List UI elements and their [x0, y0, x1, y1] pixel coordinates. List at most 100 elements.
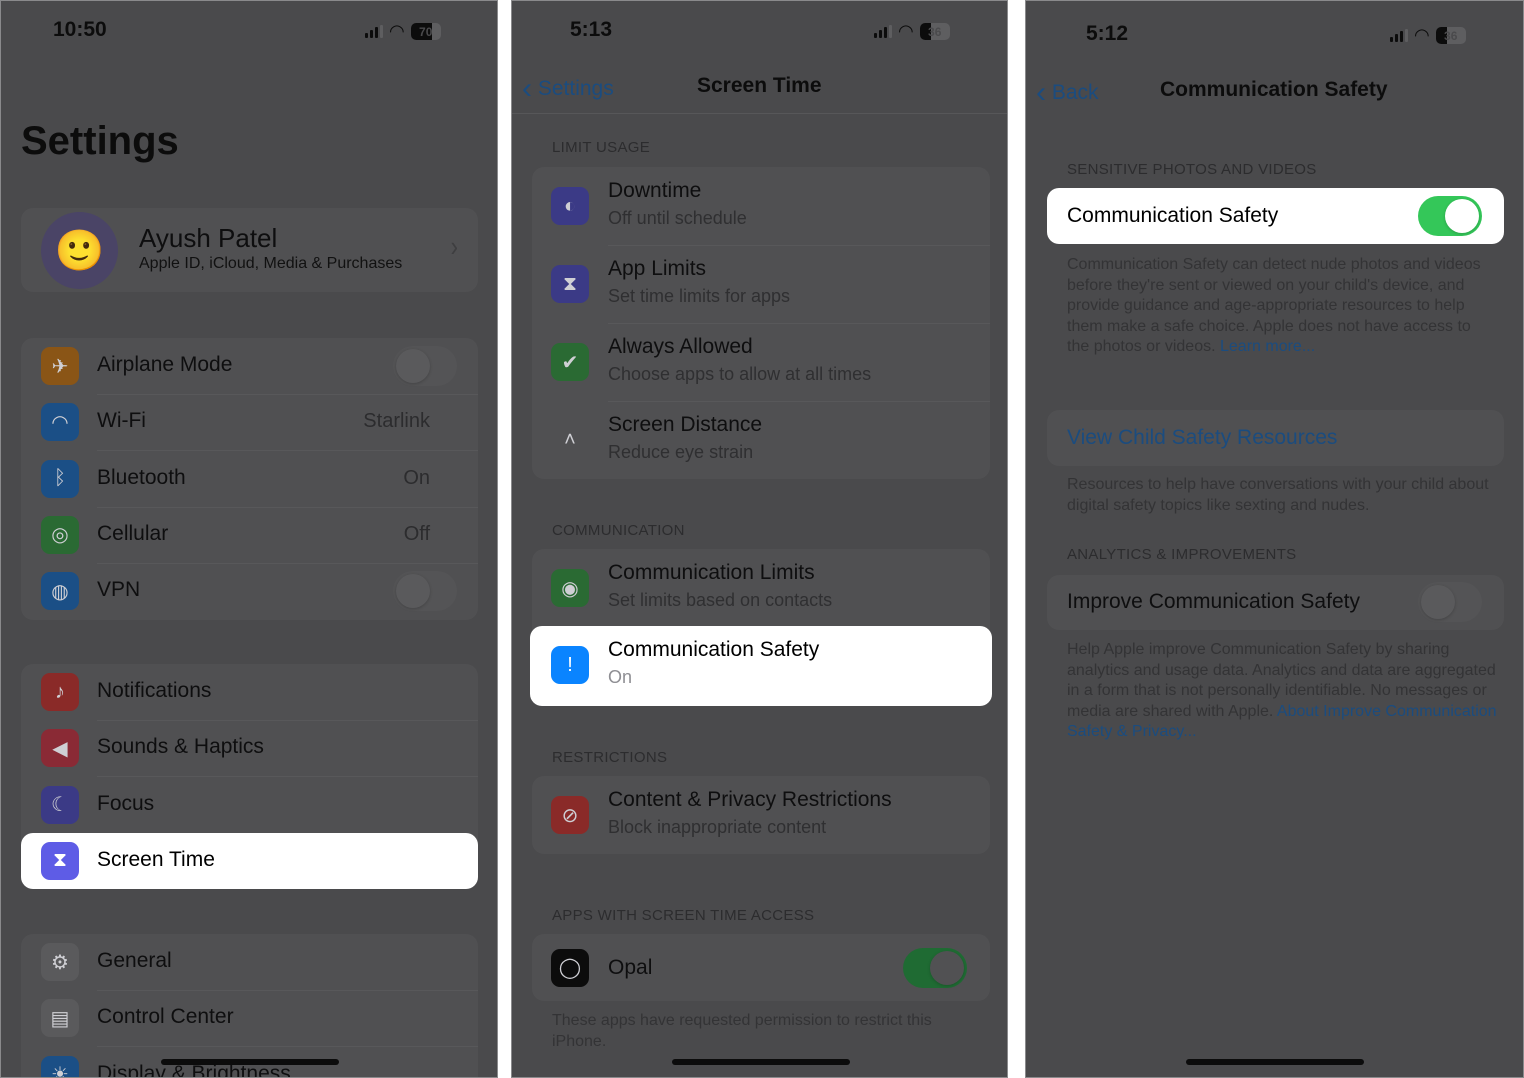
row-subtitle: Set time limits for apps	[608, 286, 791, 306]
wifi-status-icon: ◠	[1414, 25, 1430, 45]
vpn-toggle[interactable]	[393, 571, 457, 612]
page-title: Settings	[21, 119, 179, 163]
battery-icon: 36	[1435, 27, 1466, 44]
communication-safety-toggle[interactable]	[1418, 196, 1482, 236]
section-card-restrictions: ⊘ Content & Privacy Restrictions Block ina…	[532, 776, 990, 854]
section-card-limit-usage: ◐ Downtime Off until schedule ⧗ App Limits Se…	[532, 167, 990, 479]
profile-card[interactable]: 🙂 Ayush Patel Apple ID, iCloud, Media & …	[21, 208, 478, 292]
wifi-status-icon: ◠	[389, 21, 405, 41]
screen-time-row-app-limits[interactable]: ⧗ App Limits Set time limits for apps	[532, 245, 990, 323]
nav-title: Screen Time	[697, 74, 822, 97]
section-header: LIMIT USAGE	[552, 139, 651, 156]
airplane-icon: ✈	[41, 347, 79, 385]
screen-time-row-communication-safety[interactable]: ! Communication Safety On	[530, 626, 992, 706]
wifi-status-icon: ◠	[898, 21, 914, 41]
bell-icon: ♪	[41, 673, 79, 711]
row-label: Notifications	[97, 679, 212, 702]
back-label: Settings	[537, 77, 614, 100]
settings-row-screen-time[interactable]: ⧗ Screen Time	[21, 832, 478, 889]
checkmark-shield-icon: ✔	[551, 343, 589, 381]
row-label: General	[97, 949, 172, 972]
speaker-icon: ◀	[41, 729, 79, 768]
profile-subtitle: Apple ID, iCloud, Media & Purchases	[139, 255, 403, 272]
settings-row-airplane-mode[interactable]: ✈ Airplane Mode	[21, 338, 478, 394]
row-label: Sounds & Haptics	[97, 735, 264, 759]
settings-row-control-center[interactable]: ▤ Control Center	[21, 990, 478, 1046]
row-label: Content & Privacy Restrictions	[608, 788, 892, 811]
status-icons: ◠ 70	[365, 21, 441, 42]
view-child-safety-resources-button[interactable]: View Child Safety Resources	[1047, 410, 1504, 466]
back-label: Back	[1051, 81, 1099, 104]
row-label: Bluetooth	[97, 465, 186, 489]
section-header: RESTRICTIONS	[552, 749, 668, 766]
settings-row-wi-fi[interactable]: ◠ Wi-Fi Starlink	[21, 394, 478, 450]
settings-row-vpn[interactable]: ◍ VPN	[21, 563, 478, 619]
hourglass-icon: ⧗	[41, 841, 79, 880]
row-label: Screen Time	[97, 847, 215, 871]
row-label: Wi-Fi	[97, 409, 146, 433]
message-alert-icon: !	[551, 646, 589, 684]
row-label: Communication Limits	[608, 561, 815, 584]
settings-row-bluetooth[interactable]: ᛒ Bluetooth On	[21, 451, 478, 507]
row-label: Improve Communication Safety	[1067, 590, 1360, 613]
battery-percent: 36	[928, 24, 942, 39]
gear-icon: ⚙	[41, 943, 79, 981]
settings-row-general[interactable]: ⚙ General	[21, 934, 478, 990]
cellular-signal-icon	[1390, 29, 1408, 42]
settings-row-sounds-and-haptics[interactable]: ◀ Sounds & Haptics	[21, 720, 478, 776]
screen-time-row-content-and-privacy-restrictions[interactable]: ⊘ Content & Privacy Restrictions Block ina…	[532, 776, 990, 854]
opal-toggle[interactable]	[903, 947, 967, 988]
row-subtitle: Off until schedule	[608, 208, 747, 228]
section-footer: Help Apple improve Communication Safety …	[1067, 640, 1497, 743]
row-label: Focus	[97, 791, 155, 815]
home-indicator	[161, 1059, 339, 1065]
chevron-left-icon: ‹	[1036, 76, 1046, 109]
screen-time-row-screen-distance[interactable]: ˄ Screen Distance Reduce eye strain	[532, 401, 990, 479]
settings-row-focus[interactable]: ☾ Focus	[21, 777, 478, 833]
moon-icon: ☾	[41, 785, 79, 824]
settings-group-notifications: ♪ Notifications ◀ Sounds & Haptics ☾ Focus ⧗ Sc…	[21, 664, 478, 889]
home-indicator	[672, 1059, 850, 1065]
toggle-knob	[396, 574, 430, 609]
screen-time-row-downtime[interactable]: ◐ Downtime Off until schedule	[532, 167, 990, 245]
resources-footer: Resources to help have conversations wit…	[1067, 476, 1489, 514]
row-value: On	[403, 466, 430, 489]
back-button[interactable]: ‹ Settings	[522, 72, 614, 106]
toggle-knob	[396, 349, 430, 383]
learn-more-link[interactable]: Learn more...	[1220, 338, 1315, 355]
status-time: 5:13	[570, 18, 613, 41]
chevron-left-icon: ‹	[522, 72, 532, 105]
home-indicator	[1186, 1059, 1364, 1065]
opal-app-icon: ◯	[551, 948, 589, 987]
settings-group-general: ⚙ General ▤ Control Center ☀ Display & Bright…	[21, 934, 478, 1077]
back-button[interactable]: ‹ Back	[1036, 76, 1099, 110]
airplane-mode-toggle[interactable]	[393, 346, 457, 386]
cellular-icon: ◎	[41, 515, 79, 554]
section-header: APPS WITH SCREEN TIME ACCESS	[552, 907, 815, 924]
hourglass-icon: ⧗	[551, 265, 589, 303]
section-footer: Communication Safety can detect nude pho…	[1067, 255, 1487, 358]
screen-time-row-always-allowed[interactable]: ✔ Always Allowed Choose apps to allow at a…	[532, 323, 990, 401]
battery-icon: 36	[919, 23, 950, 40]
nav-title: Communication Safety	[1160, 78, 1388, 101]
status-icons: ◠ 36	[1390, 25, 1466, 46]
nav-divider	[512, 113, 1007, 114]
row-value: Off	[403, 522, 430, 545]
chevron-right-icon: ›	[450, 230, 458, 263]
toggles-icon: ▤	[41, 999, 79, 1038]
prohibited-icon: ⊘	[551, 796, 589, 834]
settings-row-notifications[interactable]: ♪ Notifications	[21, 664, 478, 720]
section-header: ANALYTICS & IMPROVEMENTS	[1067, 546, 1297, 563]
improve-communication-safety-toggle[interactable]	[1418, 582, 1482, 622]
row-label: Control Center	[97, 1005, 234, 1029]
downtime-icon: ◐	[551, 187, 589, 225]
settings-group-connectivity: ✈ Airplane Mode ◠ Wi-Fi Starlink ᛒ Bluetooth On…	[21, 338, 478, 620]
toggle-knob	[930, 950, 964, 985]
screen-time-row-communication-limits[interactable]: ◉ Communication Limits Set limits based on…	[532, 549, 990, 627]
settings-row-cellular[interactable]: ◎ Cellular Off	[21, 507, 478, 563]
status-time: 5:12	[1086, 22, 1129, 45]
row-subtitle: On	[608, 667, 633, 687]
avatar: 🙂	[41, 212, 118, 289]
screen-time-row-opal[interactable]: ◯ Opal	[532, 934, 990, 1001]
row-label: Screen Distance	[608, 413, 763, 436]
